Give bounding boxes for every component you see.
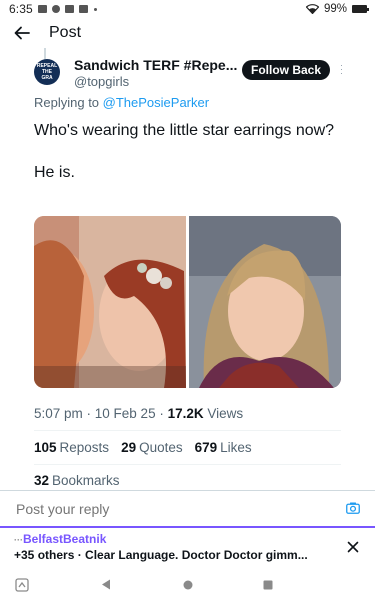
views-label: Views bbox=[203, 406, 244, 421]
likes-count: 679 bbox=[194, 440, 218, 455]
nav-back-icon[interactable] bbox=[101, 579, 111, 590]
likes-stat[interactable]: 679 Likes bbox=[195, 440, 252, 455]
calendar-notification-icon bbox=[78, 5, 88, 13]
app-notification-icon bbox=[51, 5, 60, 13]
status-left: 6:35 bbox=[9, 2, 97, 16]
replying-to-prefix: Replying to bbox=[34, 95, 103, 110]
media-image-right[interactable] bbox=[189, 216, 341, 388]
more-options-icon[interactable]: · · · bbox=[340, 61, 343, 78]
status-time: 6:35 bbox=[9, 2, 33, 16]
notification-text: +35 others · Clear Language. Doctor Doct… bbox=[14, 548, 308, 562]
engagement-stats: 105 Reposts 29 Quotes 679 Likes bbox=[34, 440, 252, 455]
tweet-text: Who's wearing the little star earrings n… bbox=[34, 120, 344, 204]
media-image-left-art bbox=[34, 216, 186, 388]
page-title: Post bbox=[49, 24, 82, 41]
tweet-text-line2: He is. bbox=[34, 164, 75, 181]
status-right: 99% bbox=[305, 3, 369, 15]
notification-user: BelfastBeatnik bbox=[23, 532, 107, 546]
reposts-label: Reposts bbox=[59, 440, 110, 455]
app-header: Post bbox=[0, 18, 375, 48]
reposts-count: 105 bbox=[34, 440, 57, 455]
wifi-icon bbox=[305, 4, 319, 14]
nav-home-icon[interactable] bbox=[183, 580, 193, 590]
back-arrow-icon[interactable] bbox=[13, 24, 31, 42]
camera-icon[interactable] bbox=[346, 502, 360, 514]
media-image-right-art bbox=[189, 216, 341, 388]
likes-label: Likes bbox=[220, 440, 252, 455]
bookmarks-label: Bookmarks bbox=[52, 473, 120, 488]
reply-input[interactable] bbox=[16, 500, 316, 517]
avatar[interactable]: REPEAL THE GRA bbox=[34, 59, 60, 85]
notification-banner[interactable]: ···BelfastBeatnik +35 others · Clear Lan… bbox=[0, 526, 375, 570]
bookmarks-stat[interactable]: 32 Bookmarks bbox=[34, 473, 120, 488]
reply-bar bbox=[0, 490, 375, 526]
battery-percent: 99% bbox=[323, 3, 347, 15]
timestamp: 5:07 pm · 10 Feb 25 · bbox=[34, 406, 168, 421]
notification-prefix: ··· bbox=[14, 535, 23, 545]
views-count: 17.2K bbox=[167, 406, 204, 421]
replying-to-mention-link[interactable]: @ThePosieParker bbox=[103, 95, 209, 110]
divider bbox=[34, 430, 341, 431]
tweet-text-line1: Who's wearing the little star earrings n… bbox=[34, 122, 335, 139]
author-text: Sandwich TERF #Repe... @topgirls bbox=[74, 57, 237, 89]
quotes-count: 29 bbox=[121, 440, 137, 455]
bookmarks-count: 32 bbox=[34, 473, 50, 488]
author-name[interactable]: Sandwich TERF #Repe... bbox=[74, 57, 237, 73]
quotes-stat[interactable]: 29 Quotes bbox=[121, 440, 183, 455]
tweet-media bbox=[34, 216, 341, 388]
notification-title: ···BelfastBeatnik bbox=[14, 532, 367, 546]
tweet-author: REPEAL THE GRA Sandwich TERF #Repe... @t… bbox=[34, 57, 354, 89]
media-image-left[interactable] bbox=[34, 216, 186, 388]
nav-recents-icon[interactable] bbox=[263, 580, 273, 590]
divider bbox=[34, 464, 341, 465]
follow-back-button[interactable]: Follow Back bbox=[242, 60, 331, 80]
timestamp-row: 5:07 pm · 10 Feb 25 · 17.2K Views bbox=[34, 406, 243, 421]
author-handle[interactable]: @topgirls bbox=[74, 74, 237, 89]
close-icon[interactable] bbox=[347, 541, 359, 553]
avatar-text-line3: GRA bbox=[41, 75, 53, 81]
email-notification-icon bbox=[64, 5, 74, 13]
replying-to: Replying to @ThePosieParker bbox=[34, 95, 209, 110]
battery-icon bbox=[352, 5, 369, 13]
system-nav-bar bbox=[0, 570, 375, 600]
gallery-notification-icon bbox=[37, 5, 47, 13]
more-notifications-dot-icon bbox=[93, 7, 97, 11]
home-app-icon[interactable] bbox=[15, 578, 29, 592]
quotes-label: Quotes bbox=[139, 440, 183, 455]
status-bar: 6:35 99% bbox=[0, 0, 375, 18]
reposts-stat[interactable]: 105 Reposts bbox=[34, 440, 109, 455]
